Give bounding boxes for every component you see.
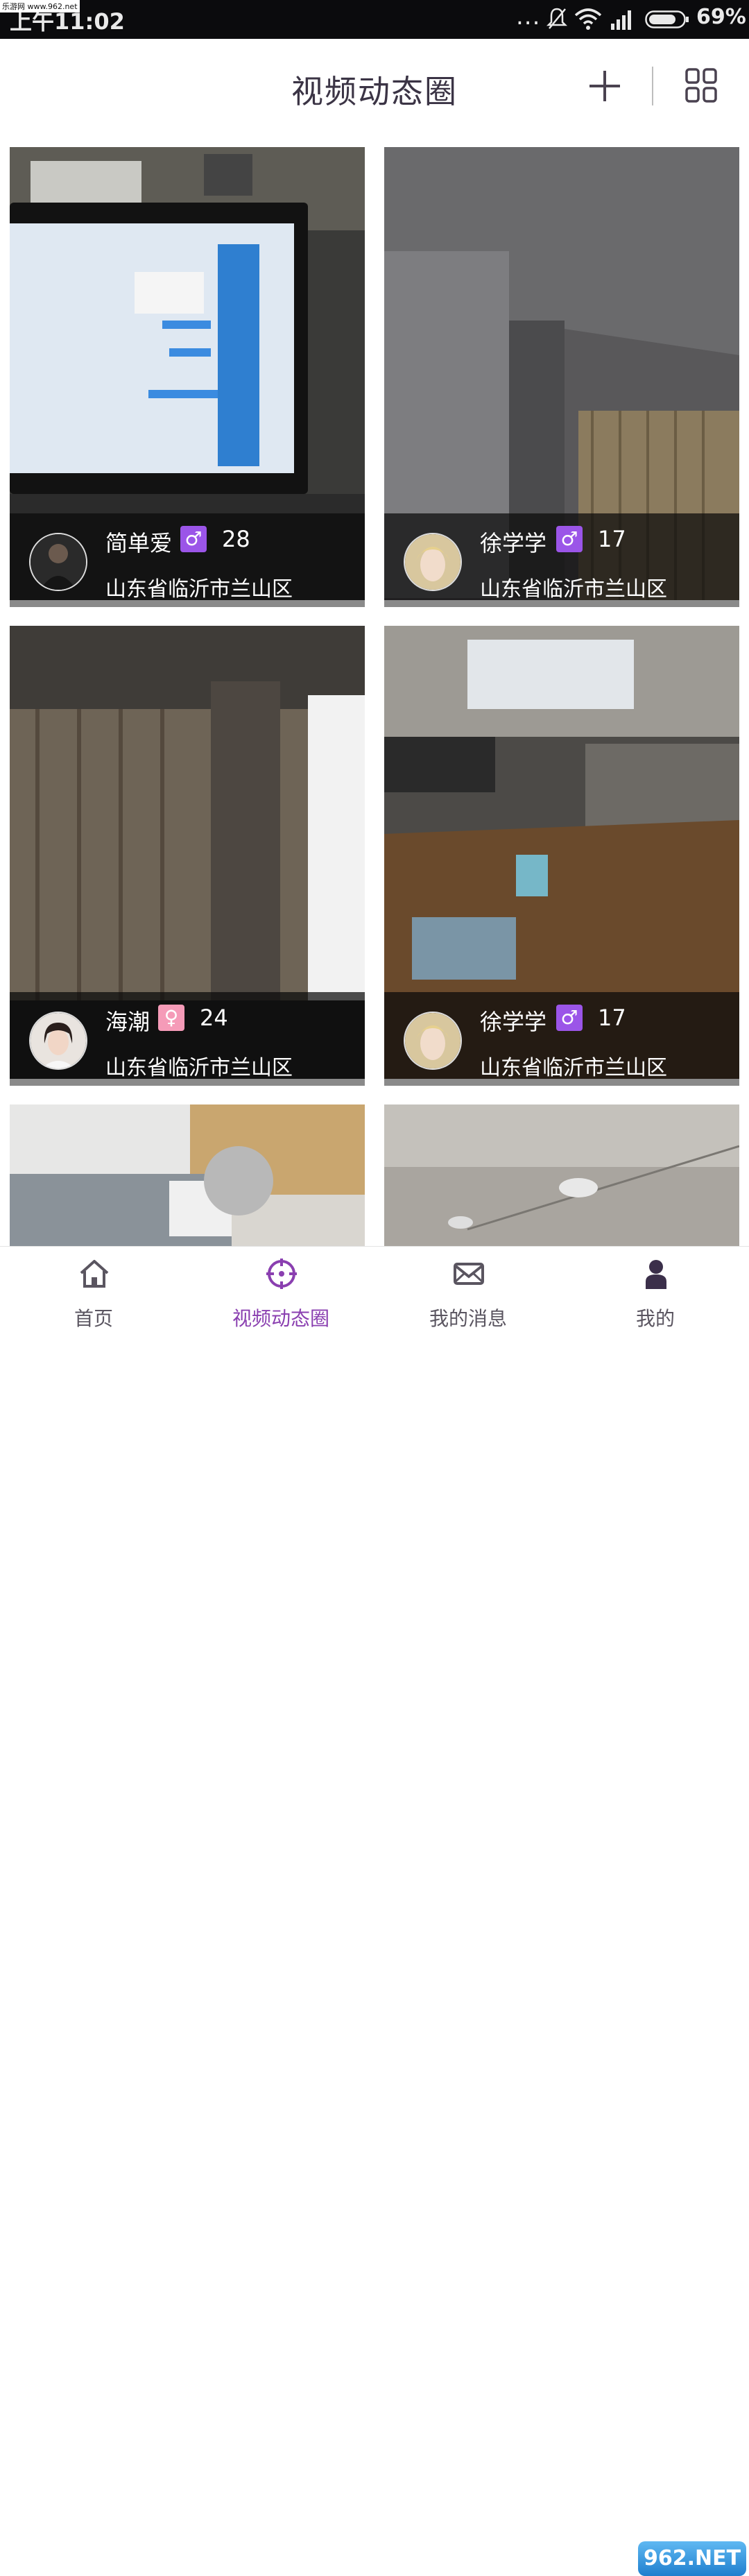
user-location: 山东省临沂市兰山区: [105, 577, 293, 602]
site-watermark: 乐游网 www.962.net: [0, 0, 80, 12]
card-info: 徐学学 ♂ 17 山东省临沂市兰山区: [384, 513, 739, 602]
status-dots: ...: [516, 3, 541, 31]
wifi-icon: [574, 8, 602, 30]
corner-watermark: 962.NET: [638, 2541, 746, 2576]
user-age: 17: [598, 1005, 626, 1031]
plus-icon[interactable]: [588, 69, 621, 103]
battery-percent: 69%: [696, 5, 746, 29]
signal-icon: [611, 10, 631, 30]
status-bar: 上午11:02 ... 69% 乐游网 www.962.net: [0, 0, 749, 39]
grid-icon[interactable]: [685, 68, 717, 103]
user-age: 24: [200, 1005, 228, 1031]
user-location: 山东省临沂市兰山区: [480, 577, 667, 602]
person-icon: [646, 1260, 666, 1289]
nav-label: 我的消息: [429, 1307, 507, 1330]
gender-badge: ♂: [556, 1005, 583, 1031]
page-title: 视频动态圈: [291, 73, 458, 110]
card-divider: [384, 1079, 739, 1086]
nav-item-video-circle[interactable]: 视频动态圈: [187, 1247, 374, 1333]
user-name: 海潮: [105, 1009, 150, 1035]
nav-item-profile[interactable]: 我的: [562, 1247, 749, 1333]
video-card[interactable]: [10, 1104, 365, 1246]
gender-badge: ♂: [556, 526, 583, 552]
bottom-navigation: 首页 视频动态圈 我的消息 我的 962.NET: [0, 1246, 749, 2576]
user-name: 简单爱: [105, 530, 173, 556]
user-location: 山东省临沂市兰山区: [105, 1056, 293, 1080]
video-card[interactable]: 徐学学 ♂ 17 山东省临沂市兰山区: [384, 147, 739, 607]
avatar[interactable]: [404, 533, 462, 591]
gender-badge: ♀: [158, 1005, 184, 1031]
user-age: 17: [598, 526, 626, 552]
nav-item-messages[interactable]: 我的消息: [374, 1247, 562, 1333]
avatar[interactable]: [29, 533, 87, 591]
card-info: 简单爱 ♂ 28 山东省临沂市兰山区: [10, 513, 365, 602]
video-card[interactable]: 海潮 ♀ 24 山东省临沂市兰山区: [10, 626, 365, 1086]
card-info: 海潮 ♀ 24 山东省临沂市兰山区: [10, 992, 365, 1080]
user-age: 28: [222, 526, 250, 552]
battery-icon: [645, 10, 689, 28]
card-divider: [10, 600, 365, 607]
video-grid: 简单爱 ♂ 28 山东省临沂市兰山区 徐学学 ♂ 17 山东省临沂市兰山区 海潮…: [0, 147, 749, 1246]
nav-label: 我的: [635, 1307, 675, 1330]
mail-icon: [454, 1263, 484, 1285]
video-card[interactable]: [384, 1104, 739, 1246]
top-app-bar: 视频动态圈: [0, 39, 749, 142]
video-card[interactable]: 简单爱 ♂ 28 山东省临沂市兰山区: [10, 147, 365, 607]
nav-label: 首页: [74, 1307, 113, 1330]
nav-label: 视频动态圈: [232, 1307, 329, 1330]
card-divider: [384, 600, 739, 607]
nav-item-home[interactable]: 首页: [0, 1247, 187, 1333]
user-name: 徐学学: [480, 530, 547, 556]
bell-muted-icon: [546, 8, 567, 29]
avatar[interactable]: [404, 1012, 462, 1070]
crosshair-icon: [266, 1259, 297, 1289]
home-icon: [80, 1260, 109, 1288]
video-card[interactable]: 徐学学 ♂ 17 山东省临沂市兰山区: [384, 626, 739, 1086]
card-info: 徐学学 ♂ 17 山东省临沂市兰山区: [384, 992, 739, 1080]
card-divider: [10, 1079, 365, 1086]
header-divider: [652, 67, 653, 105]
video-thumbnail: [384, 1104, 739, 1246]
gender-badge: ♂: [180, 526, 207, 552]
avatar[interactable]: [29, 1012, 87, 1070]
video-thumbnail: [10, 1104, 365, 1246]
user-name: 徐学学: [480, 1009, 547, 1035]
user-location: 山东省临沂市兰山区: [480, 1056, 667, 1080]
